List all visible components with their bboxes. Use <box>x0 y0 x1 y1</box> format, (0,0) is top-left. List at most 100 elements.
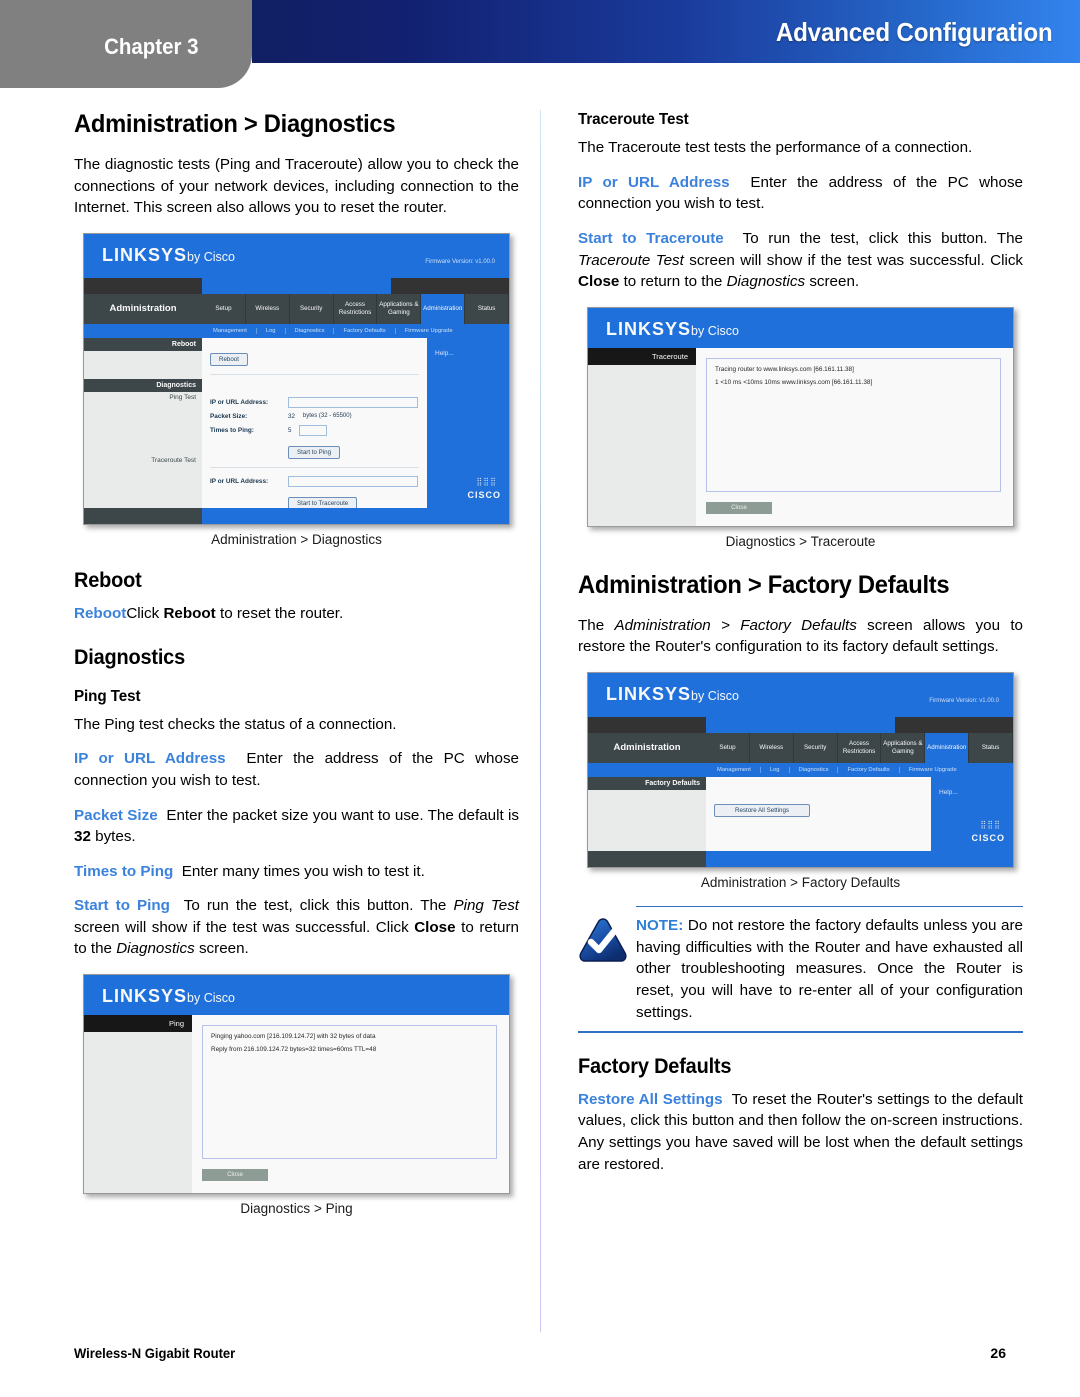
router-tab-access-restrictions[interactable]: Access Restrictions <box>333 293 378 324</box>
router-tab-administration[interactable]: Administration <box>421 293 466 324</box>
cisco-wordmark-factory: CISCO <box>971 832 1005 843</box>
traceroute-output-line-2: 1 <10 ms <10ms 10ms www.linksys.com [66.… <box>715 378 873 386</box>
figure-diagnostics-traceroute: LINKSYSby Cisco Traceroute Tracing route… <box>578 306 1023 549</box>
router-subtab-firmware-upgrade[interactable]: Firmware Upgrade <box>396 328 462 334</box>
router-start-ping-button[interactable]: Start to Ping <box>288 445 341 459</box>
start-trace-italic-1: Traceroute Test <box>578 251 684 269</box>
start-trace-text-3: to return to the <box>619 273 727 291</box>
factory-restore-all-settings-button[interactable]: Restore All Settings <box>714 803 810 817</box>
start-ping-bold-close: Close <box>414 918 456 936</box>
paragraph-ping-intro: The Ping test checks the status of a con… <box>74 715 397 733</box>
paragraph-start-to-traceroute: Start to Traceroute To run the test, cli… <box>578 228 1023 293</box>
router-module-name: Administration <box>109 303 177 315</box>
router-input-trace-ip[interactable] <box>288 475 418 487</box>
router-tab-strip: Setup Wireless Security Access Restricti… <box>202 293 509 324</box>
factory-tab-setup[interactable]: Setup <box>706 732 750 763</box>
factory-nav-row: Administration Setup Wireless Security A… <box>588 732 1013 763</box>
factory-intro-1: The <box>578 616 615 634</box>
ping-output-line-1: Pinging yahoo.com [216.109.124.72] with … <box>211 1032 376 1040</box>
figure-caption-factory-defaults: Administration > Factory Defaults <box>700 874 901 890</box>
by-cisco-text: by Cisco <box>187 249 235 264</box>
router-label-trace-ip: IP or URL Address: <box>210 477 269 485</box>
router-divider-2 <box>210 466 419 468</box>
heading-traceroute-test: Traceroute Test <box>578 111 689 128</box>
factory-subtab-diagnostics[interactable]: Diagnostics <box>790 766 839 773</box>
factory-subtab-strip: Management Log Diagnostics Factory Defau… <box>588 762 1013 777</box>
factory-sidebar: Factory Defaults <box>588 776 706 851</box>
router-sidebar: Reboot Diagnostics Ping Test Traceroute … <box>84 337 202 508</box>
linksys-wordmark: LINKSYS <box>102 244 188 265</box>
column-divider <box>540 110 541 1332</box>
factory-subtab-firmware-upgrade[interactable]: Firmware Upgrade <box>900 767 966 773</box>
factory-tab-administration[interactable]: Administration <box>925 732 970 763</box>
router-row-trace-ip: IP or URL Address: <box>210 475 419 487</box>
note-check-icon <box>578 915 636 968</box>
factory-tab-wireless[interactable]: Wireless <box>749 732 794 763</box>
by-cisco-text-factory: by Cisco <box>691 688 739 703</box>
router-screenshot-traceroute: LINKSYSby Cisco Traceroute Tracing route… <box>587 306 1014 527</box>
ping-popup-body: Ping Pinging yahoo.com [216.109.124.72] … <box>84 1014 509 1193</box>
start-trace-text-4: screen. <box>805 273 860 291</box>
router-sidebar-ping-test: Ping Test <box>169 393 196 401</box>
by-cisco-text-ping: by Cisco <box>187 990 235 1005</box>
router-input-ip-url[interactable] <box>288 396 418 408</box>
factory-subtab-management[interactable]: Management <box>708 766 761 773</box>
firmware-version-factory: Firmware Version: v1.00.0 <box>929 697 999 704</box>
cisco-wordmark: CISCO <box>467 489 501 500</box>
ping-close-button[interactable]: Close <box>202 1168 268 1181</box>
router-tab-wireless[interactable]: Wireless <box>245 293 290 324</box>
router-subtab-log[interactable]: Log <box>257 327 286 334</box>
term-ip-or-url-address-trace: IP or URL Address <box>578 173 730 191</box>
start-trace-italic-2: Diagnostics <box>726 273 806 291</box>
router-tab-setup[interactable]: Setup <box>202 293 246 324</box>
packet-size-text-1: Enter the packet size you want to use. T… <box>166 806 519 824</box>
factory-tab-status[interactable]: Status <box>969 732 1013 763</box>
start-ping-text-4: screen. <box>194 940 249 958</box>
figure-caption-diagnostics: Administration > Diagnostics <box>211 531 382 547</box>
start-ping-italic-1: Ping Test <box>453 897 520 915</box>
traceroute-output-line-1: Tracing router to www.linksys.com [66.16… <box>715 365 854 373</box>
traceroute-popup-main: Tracing router to www.linksys.com [66.16… <box>696 348 1013 526</box>
factory-subtab-factory-defaults[interactable]: Factory Defaults <box>838 766 900 773</box>
linksys-wordmark-traceroute: LINKSYS <box>606 318 692 339</box>
traceroute-close-button[interactable]: Close <box>706 501 772 514</box>
router-subtab-strip: Management Log Diagnostics Factory Defau… <box>84 323 509 338</box>
factory-intro-italic: Administration > Factory Defaults <box>614 616 857 634</box>
footer-page-number: 26 <box>990 1345 1006 1361</box>
router-value-packet-size[interactable]: 32 <box>288 413 295 420</box>
ping-popup-main: Pinging yahoo.com [216.109.124.72] with … <box>192 1015 509 1193</box>
router-select-times-to-ping[interactable] <box>299 424 328 436</box>
router-tab-security[interactable]: Security <box>289 293 334 324</box>
term-start-to-traceroute: Start to Traceroute <box>578 229 724 247</box>
packet-size-text-2: bytes. <box>90 828 136 846</box>
firmware-version: Firmware Version: v1.00.0 <box>425 258 495 265</box>
ping-popup-header: LINKSYSby Cisco <box>84 974 509 1015</box>
router-tab-applications-gaming[interactable]: Applications & Gaming <box>377 293 422 324</box>
factory-tab-applications-gaming[interactable]: Applications & Gaming <box>881 732 926 763</box>
traceroute-output-box: Tracing router to www.linksys.com [66.16… <box>706 357 1001 492</box>
chapter-tab: Chapter 3 <box>0 0 252 88</box>
router-label-packet-size: Packet Size: <box>210 412 248 420</box>
factory-tab-access-restrictions[interactable]: Access Restrictions <box>837 732 882 763</box>
router-value-times-to-ping[interactable]: 5 <box>288 427 291 434</box>
page-header: Advanced Configuration Chapter 3 <box>0 0 1080 88</box>
note-rule-bottom <box>578 1031 1023 1033</box>
note-label: NOTE: <box>636 917 684 935</box>
footer-product-name: Wireless-N Gigabit Router <box>74 1345 236 1361</box>
factory-help-link[interactable]: Help... <box>939 789 958 796</box>
router-subtab-factory-defaults[interactable]: Factory Defaults <box>334 327 396 334</box>
linksys-logo: LINKSYSby Cisco <box>102 245 235 266</box>
router-subtab-diagnostics[interactable]: Diagnostics <box>286 327 335 334</box>
note-box: NOTE: Do not restore the factory default… <box>578 905 1023 1033</box>
router-subtab-management[interactable]: Management <box>204 327 257 334</box>
factory-tab-security[interactable]: Security <box>793 732 838 763</box>
router-help-link[interactable]: Help... <box>435 350 454 357</box>
router-tab-status[interactable]: Status <box>465 293 509 324</box>
factory-main-panel: Restore All Settings <box>706 776 931 851</box>
factory-module-name: Administration <box>613 742 681 754</box>
factory-subtab-log[interactable]: Log <box>761 766 790 773</box>
router-reboot-button[interactable]: Reboot <box>210 352 248 366</box>
right-column: Traceroute Test The Traceroute test test… <box>578 110 1023 1175</box>
traceroute-popup-body: Traceroute Tracing router to www.linksys… <box>588 347 1013 526</box>
cisco-bars-icon-factory: ⣿⣿⣿ <box>980 819 1001 829</box>
